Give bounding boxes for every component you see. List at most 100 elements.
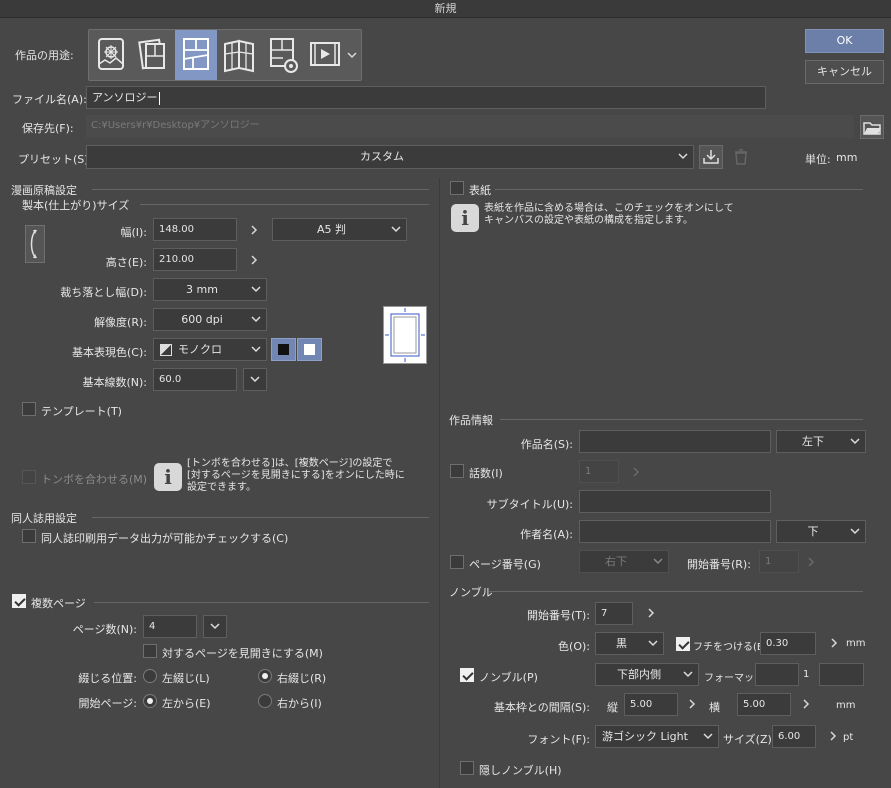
illustration-icon[interactable] bbox=[91, 30, 130, 80]
webtoon-icon[interactable] bbox=[132, 30, 171, 80]
chevron-down-icon bbox=[250, 339, 262, 360]
page-number-position-dropdown[interactable]: 右下 bbox=[579, 550, 669, 573]
nombre-position-dropdown[interactable]: 下部内側 bbox=[595, 663, 699, 686]
info-icon: i bbox=[451, 204, 479, 232]
page-number-label: ページ番号(G) bbox=[469, 558, 541, 571]
format-suffix-input[interactable] bbox=[819, 663, 864, 686]
chevron-right-icon[interactable] bbox=[806, 555, 816, 569]
paper-size-dropdown[interactable]: A5 判 bbox=[272, 218, 407, 241]
folder-open-icon[interactable] bbox=[860, 115, 884, 139]
binding-right-label: 右綴じ(R) bbox=[277, 672, 327, 685]
nombre-color-dropdown[interactable]: 黒 bbox=[595, 632, 664, 655]
nombre-start-label: 開始番号(T): bbox=[526, 609, 590, 622]
start-right-radio[interactable] bbox=[258, 694, 272, 708]
page-count-input[interactable]: 4 bbox=[143, 615, 197, 638]
fanzine-icon[interactable] bbox=[220, 30, 259, 80]
resolution-label: 解像度(R): bbox=[94, 316, 147, 329]
white-color-swatch[interactable] bbox=[297, 338, 322, 361]
gap-vertical-input[interactable]: 5.00 bbox=[624, 693, 678, 716]
hidden-nombre-checkbox[interactable] bbox=[460, 761, 474, 775]
comic-icon[interactable] bbox=[175, 30, 217, 80]
chevron-down-icon[interactable] bbox=[203, 615, 227, 638]
chevron-right-icon[interactable] bbox=[829, 636, 839, 650]
border-checkbox[interactable] bbox=[676, 637, 690, 651]
line-count-input[interactable]: 60.0 bbox=[153, 368, 237, 391]
episode-label: 話数(I) bbox=[469, 467, 503, 480]
swap-orientation-icon[interactable] bbox=[25, 225, 45, 263]
chevron-down-icon bbox=[652, 551, 664, 572]
chevron-right-icon[interactable] bbox=[828, 729, 838, 743]
bleed-dropdown[interactable]: 3 mm bbox=[153, 278, 267, 301]
font-size-input[interactable]: 6.00 bbox=[772, 725, 816, 748]
author-label: 作者名(A): bbox=[520, 528, 573, 541]
page-number-position-value: 右下 bbox=[605, 555, 627, 568]
chevron-right-icon[interactable] bbox=[646, 606, 656, 620]
spread-checkbox[interactable] bbox=[143, 644, 157, 658]
save-to-label: 保存先(F): bbox=[22, 122, 74, 135]
doujin-check-checkbox[interactable] bbox=[22, 529, 36, 543]
binding-right-radio[interactable] bbox=[258, 669, 272, 683]
format-prefix-input[interactable] bbox=[755, 663, 799, 686]
author-input[interactable] bbox=[579, 520, 771, 543]
chevron-right-icon[interactable] bbox=[801, 697, 811, 711]
episode-checkbox[interactable] bbox=[450, 464, 464, 478]
work-name-input[interactable] bbox=[579, 430, 771, 453]
filename-value: アンソロジー bbox=[92, 91, 158, 104]
nombre-title: ノンブル bbox=[449, 586, 493, 599]
start-left-label: 左から(E) bbox=[162, 697, 211, 710]
chevron-down-icon[interactable] bbox=[243, 368, 267, 391]
unit-value: mm bbox=[836, 151, 858, 164]
episode-input[interactable]: 1 bbox=[579, 460, 619, 483]
border-width-input[interactable]: 0.30 bbox=[760, 632, 816, 655]
nombre-color-value: 黒 bbox=[616, 637, 627, 650]
page-number-checkbox[interactable] bbox=[450, 555, 464, 569]
chevron-right-icon[interactable] bbox=[687, 697, 697, 711]
chevron-right-icon[interactable] bbox=[631, 465, 641, 479]
height-input[interactable]: 210.00 bbox=[153, 248, 237, 271]
nombre-start-input[interactable]: 7 bbox=[595, 602, 633, 625]
black-color-swatch[interactable] bbox=[271, 338, 296, 361]
format-number: 1 bbox=[803, 669, 810, 680]
gap-vertical-label: 縦 bbox=[607, 701, 618, 714]
gap-horizontal-input[interactable]: 5.00 bbox=[737, 693, 791, 716]
cover-checkbox[interactable] bbox=[450, 181, 464, 195]
work-name-label: 作品名(S): bbox=[520, 438, 573, 451]
animation-icon[interactable] bbox=[305, 30, 344, 80]
custom-icon[interactable] bbox=[263, 30, 302, 80]
filename-label: ファイル名(A): bbox=[12, 93, 87, 106]
chevron-down-icon[interactable] bbox=[346, 47, 360, 63]
window-title: 新規 bbox=[0, 0, 891, 18]
chevron-right-icon[interactable] bbox=[249, 223, 259, 237]
gap-unit: mm bbox=[836, 700, 856, 711]
color-mode-dropdown[interactable]: モノクロ bbox=[153, 338, 267, 361]
tombo-checkbox[interactable] bbox=[22, 470, 36, 484]
doujin-check-label: 同人誌印刷用データ出力が可能かチェックする(C) bbox=[41, 532, 289, 545]
purpose-toolbar bbox=[88, 29, 362, 81]
subtitle-input[interactable] bbox=[579, 490, 771, 513]
subtitle-label: サブタイトル(U): bbox=[486, 498, 573, 511]
width-input[interactable]: 148.00 bbox=[153, 218, 237, 241]
binding-left-radio[interactable] bbox=[143, 669, 157, 683]
nombre-checkbox[interactable] bbox=[460, 668, 474, 682]
font-dropdown[interactable]: 游ゴシック Light bbox=[595, 725, 719, 748]
preset-dropdown[interactable]: カスタム bbox=[86, 145, 694, 169]
trash-icon[interactable] bbox=[730, 145, 752, 169]
chevron-right-icon[interactable] bbox=[249, 253, 259, 267]
cancel-button[interactable]: キャンセル bbox=[805, 60, 884, 84]
work-name-position-dropdown[interactable]: 左下 bbox=[776, 430, 866, 453]
page-number-start-input[interactable]: 1 bbox=[759, 550, 799, 573]
author-position-dropdown[interactable]: 下 bbox=[776, 520, 866, 543]
info-icon: i bbox=[154, 463, 182, 491]
ok-button[interactable]: OK bbox=[805, 29, 884, 53]
page-count-label: ページ数(N): bbox=[72, 623, 137, 636]
register-preset-icon[interactable] bbox=[699, 145, 723, 169]
resolution-dropdown[interactable]: 600 dpi bbox=[153, 308, 267, 331]
template-checkbox[interactable] bbox=[22, 402, 36, 416]
template-label: テンプレート(T) bbox=[41, 405, 122, 418]
bleed-label: 裁ち落とし幅(D): bbox=[60, 286, 147, 299]
start-left-radio[interactable] bbox=[143, 694, 157, 708]
finish-size-title: 製本(仕上がり)サイズ bbox=[22, 199, 130, 212]
multi-page-label: 複数ページ bbox=[31, 597, 86, 610]
filename-input[interactable]: アンソロジー bbox=[86, 86, 766, 109]
multi-page-checkbox[interactable] bbox=[12, 594, 26, 608]
